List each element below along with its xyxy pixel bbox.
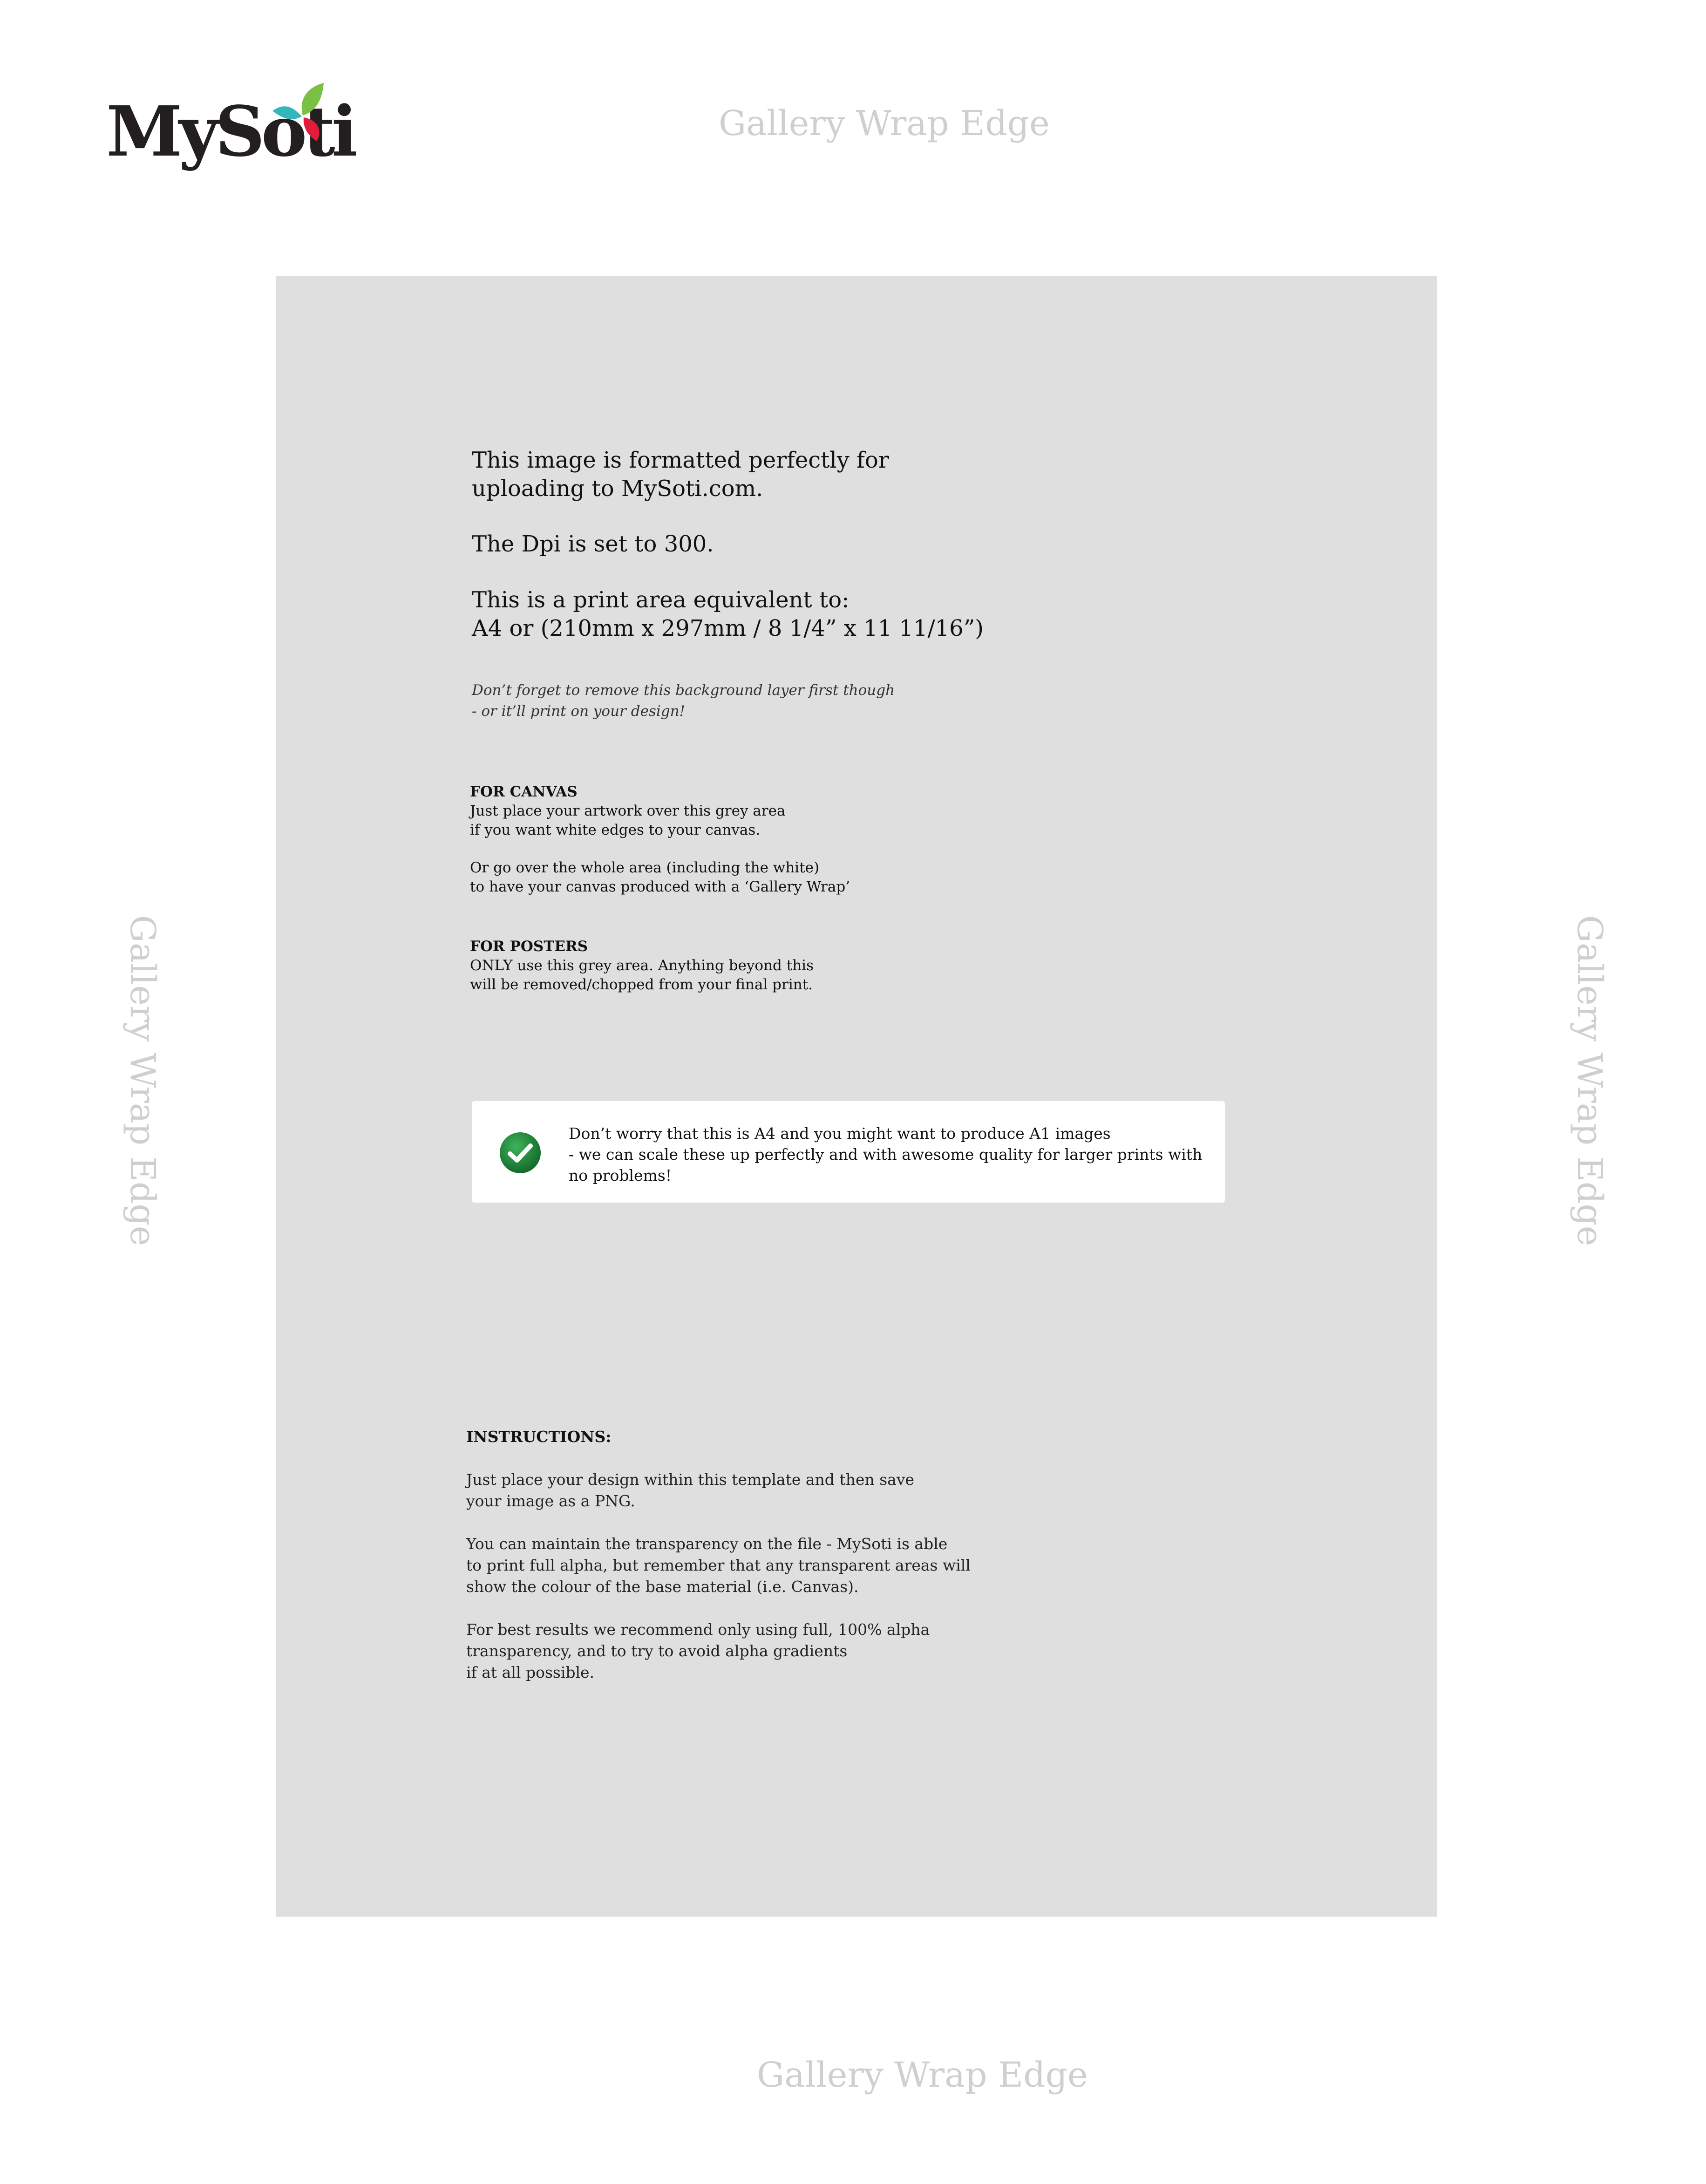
intro-line-1: This image is formatted perfectly for [472, 447, 889, 473]
gallery-wrap-edge-top: Gallery Wrap Edge [719, 103, 1050, 143]
posters-line: ONLY use this grey area. Anything beyond… [470, 957, 814, 974]
print-area: This image is formatted perfectly for up… [276, 276, 1437, 1917]
callout-text: Don’t worry that this is A4 and you migh… [569, 1123, 1202, 1186]
canvas-heading: FOR CANVAS [470, 783, 578, 800]
instructions-line: For best results we recommend only using… [466, 1620, 930, 1639]
print-area-size: A4 or (210mm x 297mm / 8 1/4” x 11 11/16… [472, 615, 984, 641]
canvas-line: if you want white edges to your canvas. [470, 822, 761, 838]
canvas-line: Just place your artwork over this grey a… [470, 803, 786, 819]
instructions-line: if at all possible. [466, 1663, 595, 1681]
check-icon [500, 1132, 541, 1173]
note-line: Don’t forget to remove this background l… [472, 682, 895, 699]
callout-line: Don’t worry that this is A4 and you migh… [569, 1124, 1111, 1143]
canvas-line: to have your canvas produced with a ‘Gal… [470, 878, 850, 895]
canvas-line: Or go over the whole area (including the… [470, 859, 820, 876]
print-area-text: This is a print area equivalent to: [472, 587, 850, 613]
posters-section: FOR POSTERS ONLY use this grey area. Any… [470, 937, 814, 994]
dpi-text: The Dpi is set to 300. [472, 531, 714, 557]
instructions-line: show the colour of the base material (i.… [466, 1578, 859, 1596]
callout-line: no problems! [569, 1166, 672, 1184]
leaf-icon [272, 83, 324, 141]
instructions-line: transparency, and to try to avoid alpha … [466, 1642, 848, 1660]
instructions-line: to print full alpha, but remember that a… [466, 1556, 971, 1574]
instructions-section: INSTRUCTIONS: Just place your design wit… [466, 1426, 971, 1683]
mysoti-logo: MySoti [106, 83, 358, 176]
instructions-line: your image as a PNG. [466, 1492, 635, 1510]
background-layer-note: Don’t forget to remove this background l… [472, 680, 895, 722]
scaling-callout: Don’t worry that this is A4 and you migh… [472, 1101, 1225, 1203]
gallery-wrap-edge-left: Gallery Wrap Edge [122, 915, 163, 1246]
instructions-line: You can maintain the transparency on the… [466, 1535, 948, 1553]
callout-line: - we can scale these up perfectly and wi… [569, 1145, 1203, 1163]
intro-line-2: uploading to MySoti.com. [472, 476, 763, 502]
posters-heading: FOR POSTERS [470, 938, 588, 955]
instructions-line: Just place your design within this templ… [466, 1470, 914, 1489]
gallery-wrap-edge-bottom: Gallery Wrap Edge [757, 2055, 1088, 2095]
posters-line: will be removed/chopped from your final … [470, 976, 813, 993]
canvas-section: FOR CANVAS Just place your artwork over … [470, 782, 850, 897]
gallery-wrap-edge-right: Gallery Wrap Edge [1570, 915, 1610, 1246]
note-line: - or it’ll print on your design! [472, 703, 686, 720]
instructions-heading: INSTRUCTIONS: [466, 1428, 612, 1446]
